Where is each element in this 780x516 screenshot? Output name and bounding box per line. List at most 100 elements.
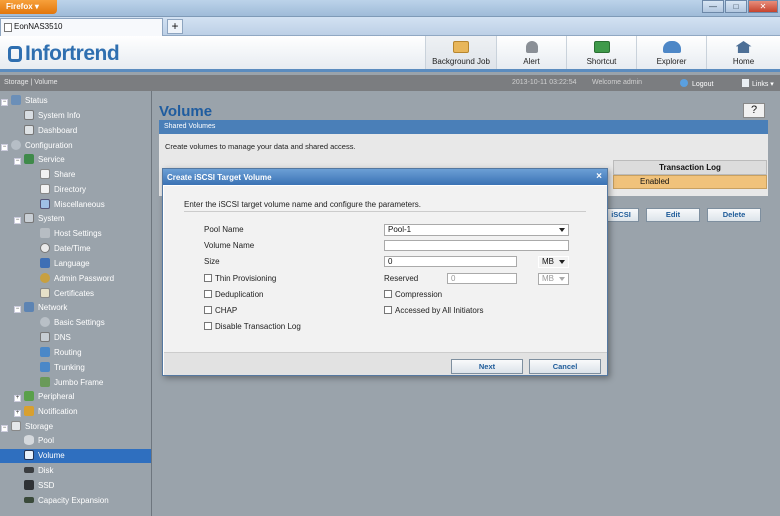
tree-certificates[interactable]: Certificates [40, 287, 94, 301]
nav-shortcut-label: Shortcut [586, 57, 617, 66]
browser-tab[interactable]: EonNAS3510 [0, 18, 163, 36]
tree-label: Trunking [54, 363, 85, 372]
tree-disk[interactable]: Disk [24, 464, 54, 478]
thin-provisioning-checkbox[interactable] [204, 274, 212, 282]
maximize-button[interactable]: □ [725, 0, 747, 13]
logout-link[interactable]: Logout [680, 79, 713, 88]
close-window-button[interactable]: ✕ [748, 0, 778, 13]
nav-background-job[interactable]: Background Job [425, 36, 496, 69]
browser-titlebar: Firefox ▾ — □ ✕ [0, 0, 780, 17]
system-info-icon [24, 110, 34, 120]
tree-label: Admin Password [54, 274, 115, 283]
tree-storage[interactable]: − Storage [1, 420, 53, 434]
window-controls: — □ ✕ [702, 0, 778, 13]
sidebar-tree: − Status System Info Dashboard − Configura… [0, 91, 152, 516]
minimize-button[interactable]: — [702, 0, 724, 13]
deduplication-checkbox[interactable] [204, 290, 212, 298]
table-row[interactable]: Enabled [613, 175, 767, 189]
tree-label: Configuration [25, 141, 73, 150]
tree-basic-settings[interactable]: Basic Settings [40, 316, 105, 330]
page-title: Volume [159, 103, 213, 120]
nav-alert-label: Alert [523, 57, 540, 66]
compression-checkbox[interactable] [384, 290, 392, 298]
collapse-icon: − [1, 425, 8, 432]
size-unit-select[interactable]: MB [538, 256, 569, 268]
tree-label: Pool [38, 436, 55, 445]
next-button[interactable]: Next [451, 359, 523, 374]
cancel-button[interactable]: Cancel [529, 359, 601, 374]
tree-label: Jumbo Frame [54, 378, 104, 387]
tree-dashboard[interactable]: Dashboard [24, 124, 77, 138]
volume-name-input[interactable] [384, 240, 569, 251]
status-bar: Storage | Volume 2013-10-11 03:22:54 Wel… [0, 75, 780, 91]
compression-label: Compression [395, 290, 443, 299]
tree-label: Network [38, 303, 68, 312]
tree-miscellaneous[interactable]: Miscellaneous [40, 198, 105, 212]
accessed-by-all-checkbox[interactable] [384, 306, 392, 314]
logout-label: Logout [692, 81, 714, 88]
tree-volume[interactable]: Volume [0, 449, 151, 463]
nav-alert[interactable]: Alert [496, 36, 566, 69]
iscsi-button[interactable]: iSCSI [603, 208, 639, 222]
tree-capacity-expansion[interactable]: Capacity Expansion [24, 494, 109, 508]
tree-dns[interactable]: DNS [40, 331, 71, 345]
tree-ssd[interactable]: SSD [24, 479, 54, 493]
timestamp: 2013-10-11 03:22:54 [512, 79, 577, 86]
alert-bell-icon [525, 41, 538, 53]
nav-home[interactable]: Home [706, 36, 780, 69]
tree-status[interactable]: − Status [1, 94, 48, 108]
new-tab-button[interactable]: + [167, 19, 183, 34]
infortrend-logo: Infortrend [8, 42, 120, 66]
tree-network[interactable]: − Network [14, 301, 67, 315]
tree-label: Miscellaneous [54, 200, 105, 209]
tree-share[interactable]: Share [40, 168, 75, 182]
tree-label: Capacity Expansion [38, 496, 109, 505]
tree-pool[interactable]: Pool [24, 434, 54, 448]
tree-date-time[interactable]: Date/Time [40, 242, 91, 256]
firefox-menu-button[interactable]: Firefox ▾ [0, 0, 57, 14]
tree-label: Peripheral [38, 392, 75, 401]
delete-button[interactable]: Delete [707, 208, 761, 222]
size-label: Size [204, 257, 220, 266]
edit-button[interactable]: Edit [646, 208, 700, 222]
tree-label: Service [38, 155, 65, 164]
tree-system-info[interactable]: System Info [24, 109, 80, 123]
tree-label: Disk [38, 466, 54, 475]
pool-name-select[interactable]: Pool-1 [384, 224, 569, 236]
links-icon [742, 79, 749, 87]
tree-notification[interactable]: + Notification [14, 405, 78, 419]
tree-directory[interactable]: Directory [40, 183, 86, 197]
basic-settings-icon [40, 317, 50, 327]
clock-icon [40, 243, 50, 253]
tree-service[interactable]: − Service [14, 153, 65, 167]
collapse-icon: − [1, 144, 8, 151]
home-icon [735, 41, 752, 53]
reserved-input[interactable]: 0 [447, 273, 517, 284]
disable-transaction-log-checkbox[interactable] [204, 322, 212, 330]
help-button[interactable]: ? [743, 103, 765, 118]
tree-configuration[interactable]: − Configuration [1, 139, 73, 153]
chevron-down-icon [559, 260, 565, 264]
nav-explorer[interactable]: Explorer [636, 36, 706, 69]
tree-admin-password[interactable]: Admin Password [40, 272, 114, 286]
reserved-label: Reserved [384, 274, 419, 283]
tree-jumbo-frame[interactable]: Jumbo Frame [40, 376, 103, 390]
app-header: Infortrend Background Job Alert Shortcut… [0, 36, 780, 72]
nav-shortcut[interactable]: Shortcut [566, 36, 636, 69]
tree-trunking[interactable]: Trunking [40, 361, 85, 375]
tree-host-settings[interactable]: Host Settings [40, 227, 102, 241]
column-header-transaction-log[interactable]: Transaction Log [613, 160, 767, 175]
reserved-unit-select[interactable]: MB [538, 273, 569, 285]
tree-system[interactable]: − System [14, 212, 65, 226]
links-menu[interactable]: Links ▾ [742, 79, 774, 88]
size-input[interactable]: 0 [384, 256, 517, 267]
dialog-intro: Enter the iSCSI target volume name and c… [184, 200, 422, 209]
chap-checkbox[interactable] [204, 306, 212, 314]
jumbo-frame-icon [40, 377, 50, 387]
dialog-close-icon[interactable]: × [596, 171, 602, 182]
system-icon [24, 213, 34, 223]
tree-peripheral[interactable]: + Peripheral [14, 390, 74, 404]
tree-language[interactable]: Language [40, 257, 90, 271]
notification-icon [24, 406, 34, 416]
tree-routing[interactable]: Routing [40, 346, 82, 360]
